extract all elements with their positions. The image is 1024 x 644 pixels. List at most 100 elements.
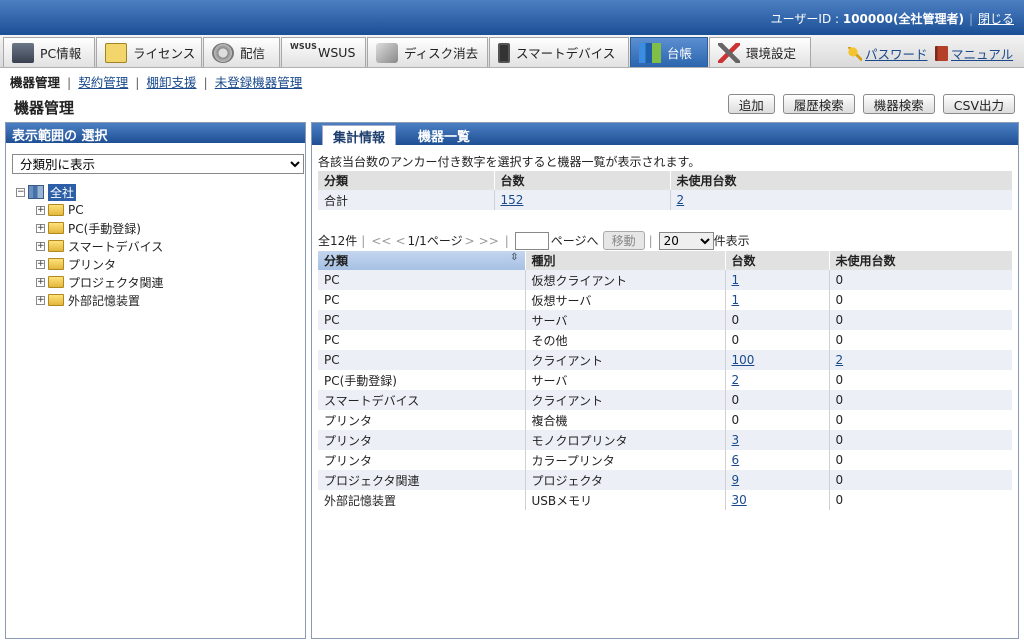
- ledger-icon: [639, 42, 661, 63]
- cell-category-text: PC(手動登録): [324, 373, 397, 388]
- cell-count-text: 0: [731, 413, 740, 427]
- tab-smart-device[interactable]: スマートデバイス: [489, 37, 629, 67]
- device-search-button[interactable]: 機器検索: [862, 94, 935, 114]
- expand-icon[interactable]: +: [36, 241, 45, 251]
- instruction-text: 各該当台数のアンカー付き数字を選択すると機器一覧が表示されます。: [318, 155, 701, 169]
- expand-icon[interactable]: +: [36, 223, 45, 233]
- col-count: 台数: [494, 171, 671, 190]
- tree-item-label[interactable]: 外部記憶装置: [68, 292, 140, 309]
- password-link[interactable]: パスワード: [865, 44, 928, 63]
- first-page-icon[interactable]: <<: [371, 234, 391, 248]
- tree-root-label[interactable]: 全社: [48, 183, 77, 201]
- total-label: 合計: [318, 190, 495, 210]
- summary-table: 分類 台数 未使用台数 合計 152 2: [318, 171, 1012, 210]
- cell-unused-link[interactable]: 2: [836, 353, 844, 367]
- tree-item-label[interactable]: スマートデバイス: [68, 238, 163, 255]
- total-unused-link[interactable]: 2: [677, 193, 685, 207]
- total-count-text: 全12件: [318, 234, 358, 248]
- csv-export-button[interactable]: CSV出力: [942, 94, 1015, 114]
- tree-item[interactable]: + プロジェクタ関連: [16, 273, 164, 291]
- cell-type-text: クライアント: [531, 353, 604, 368]
- cell-type-text: カラープリンタ: [531, 453, 615, 468]
- table-row: 外部記憶装置 USBメモリ 30 0: [318, 490, 1012, 510]
- collapse-icon[interactable]: −: [16, 187, 25, 197]
- tree-item[interactable]: + PC: [16, 201, 164, 219]
- cell-category-text: PC: [324, 293, 340, 307]
- col-category-label: 分類: [324, 254, 349, 268]
- total-count-link[interactable]: 152: [501, 193, 524, 207]
- subnav-unregistered[interactable]: 未登録機器管理: [215, 75, 303, 90]
- tab-license[interactable]: ライセンス: [96, 37, 202, 67]
- detail-table: 分類 ⇳ 種別 台数 未使用台数 PC 仮想クライアント 1 0 PC 仮想サーバ 1 0 PC サ…: [318, 251, 1012, 510]
- tab-pc-info[interactable]: PC情報: [3, 37, 95, 67]
- cell-count: 0: [725, 330, 830, 350]
- view-mode-select[interactable]: 分類別に表示: [12, 154, 304, 174]
- cell-type: クライアント: [525, 390, 726, 410]
- cell-unused: 0: [829, 490, 1012, 510]
- sort-icon[interactable]: ⇳: [510, 252, 518, 263]
- tree-item-label[interactable]: プリンタ: [68, 256, 116, 273]
- tree-item-label[interactable]: プロジェクタ関連: [68, 274, 164, 291]
- prev-page-icon[interactable]: <: [395, 234, 405, 248]
- cell-count-link[interactable]: 9: [732, 473, 740, 487]
- tree-item-label[interactable]: PC(手動登録): [68, 220, 141, 237]
- page-number-input[interactable]: [514, 231, 549, 250]
- tree-item-label[interactable]: PC: [68, 203, 84, 217]
- tab-distribution[interactable]: 配信: [203, 37, 280, 67]
- tab-disk-erase[interactable]: ディスク消去: [367, 37, 488, 67]
- subnav-inventory[interactable]: 棚卸支援: [146, 75, 196, 90]
- manual-link-wrap[interactable]: マニュアル: [935, 44, 1013, 63]
- cell-count-link[interactable]: 6: [732, 453, 740, 467]
- close-link[interactable]: 閉じる: [978, 12, 1014, 26]
- cell-unused: 0: [829, 270, 1012, 290]
- table-row: PC 仮想サーバ 1 0: [318, 290, 1012, 310]
- cell-category: プリンタ: [318, 450, 526, 470]
- cell-count-text: 0: [731, 313, 740, 327]
- scope-panel-title: 表示範囲の 選択: [6, 123, 305, 144]
- per-page-select[interactable]: 20: [658, 231, 714, 250]
- tree-item[interactable]: + スマートデバイス: [16, 237, 164, 255]
- folder-icon: [48, 204, 64, 216]
- cell-category: PC: [318, 290, 526, 310]
- cell-count-link[interactable]: 3: [732, 433, 740, 447]
- cell-count-link[interactable]: 1: [732, 293, 740, 307]
- move-button[interactable]: 移動: [602, 231, 645, 250]
- cell-count: 0: [725, 310, 830, 330]
- folder-icon: [48, 276, 64, 288]
- next-page-icon[interactable]: >: [465, 234, 475, 248]
- tree-item[interactable]: + PC(手動登録): [16, 219, 164, 237]
- expand-icon[interactable]: +: [36, 205, 45, 215]
- tab-device-list[interactable]: 機器一覧: [408, 125, 480, 145]
- tab-settings[interactable]: 環境設定: [709, 37, 811, 67]
- col-type: 種別: [525, 251, 726, 270]
- tab-summary[interactable]: 集計情報: [322, 125, 397, 146]
- tree-item[interactable]: + プリンタ: [16, 255, 164, 273]
- tree-root[interactable]: − 全社: [16, 183, 164, 201]
- manual-link[interactable]: マニュアル: [951, 44, 1013, 63]
- cell-count-link[interactable]: 2: [732, 373, 740, 387]
- expand-icon[interactable]: +: [36, 295, 45, 305]
- cell-type: サーバ: [525, 310, 726, 330]
- history-search-button[interactable]: 履歴検索: [782, 94, 855, 114]
- cell-type: モノクロプリンタ: [525, 430, 726, 450]
- tree-item[interactable]: + 外部記憶装置: [16, 291, 164, 309]
- password-link-wrap[interactable]: パスワード: [848, 44, 928, 63]
- cell-category: PC: [318, 270, 526, 290]
- last-page-icon[interactable]: >>: [479, 234, 499, 248]
- tab-ledger[interactable]: 台帳: [630, 37, 708, 67]
- subnav-contract[interactable]: 契約管理: [78, 75, 128, 90]
- user-id-label: ユーザーID :: [770, 12, 843, 26]
- cell-count-link[interactable]: 1: [732, 273, 740, 287]
- subnav-current: 機器管理: [10, 75, 61, 90]
- cell-category: PC: [318, 310, 526, 330]
- cell-count-link[interactable]: 100: [732, 353, 755, 367]
- expand-icon[interactable]: +: [36, 259, 45, 269]
- add-button[interactable]: 追加: [727, 94, 775, 114]
- col-category-sortable[interactable]: 分類 ⇳: [318, 251, 526, 270]
- cell-unused-text: 0: [835, 453, 844, 467]
- col-category: 分類: [318, 171, 495, 190]
- cell-unused-text: 0: [835, 293, 844, 307]
- cell-count-link[interactable]: 30: [732, 493, 747, 507]
- tab-wsus[interactable]: WSUS WSUS: [281, 37, 366, 67]
- expand-icon[interactable]: +: [36, 277, 45, 287]
